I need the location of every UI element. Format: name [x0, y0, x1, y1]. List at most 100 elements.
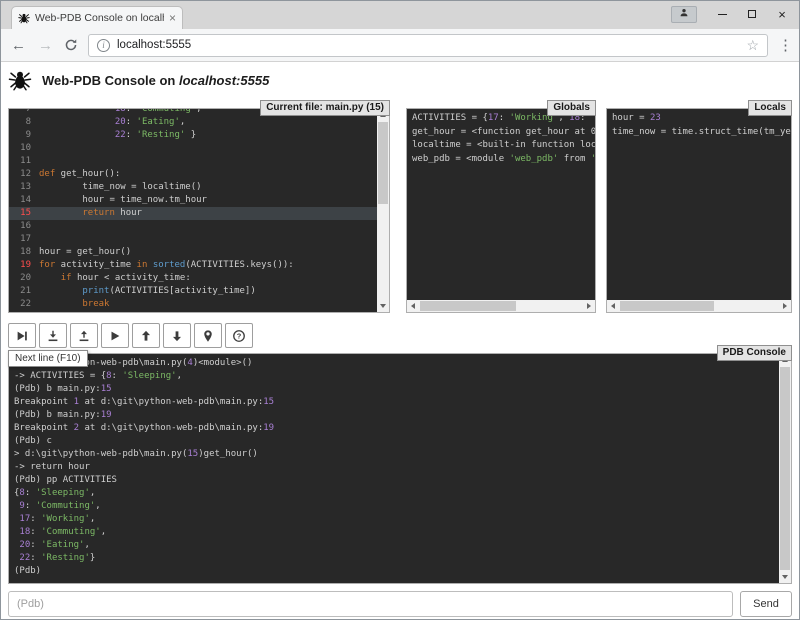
- scroll-right-icon[interactable]: [779, 300, 791, 312]
- web-pdb-page: Web-PDB Console on localhost:5555 Curren…: [1, 62, 799, 619]
- browser-tab[interactable]: Web-PDB Console on localhost:5555 ×: [11, 6, 183, 29]
- code-line: Breakpoint 2 at d:\git\python-web-pdb\ma…: [14, 422, 779, 435]
- close-window-button[interactable]: ×: [767, 3, 797, 25]
- return-button[interactable]: [70, 323, 98, 348]
- code-line: 12def get_hour():: [9, 168, 377, 181]
- browser-menu-icon[interactable]: ⋮: [778, 36, 790, 54]
- tab-title: Web-PDB Console on localhost:5555: [35, 12, 164, 24]
- line-number[interactable]: 21: [9, 285, 39, 298]
- code-line: 20 if hour < activity_time:: [9, 272, 377, 285]
- line-number[interactable]: 10: [9, 142, 39, 155]
- continue-icon: [108, 329, 122, 343]
- line-number[interactable]: 13: [9, 181, 39, 194]
- locals-panel: Locals hour = 23time_now = time.struct_t…: [606, 108, 792, 313]
- page-title-host: localhost:5555: [179, 73, 269, 88]
- scroll-down-icon[interactable]: [779, 571, 791, 583]
- pdb-console-label: PDB Console: [717, 345, 792, 361]
- current-line-button[interactable]: [194, 323, 222, 348]
- line-number[interactable]: 9: [9, 129, 39, 142]
- maximize-button[interactable]: [737, 3, 767, 25]
- pdb-console-output: > d:\git\python-web-pdb\main.py(4)<modul…: [9, 354, 779, 583]
- code-line: 21 print(ACTIVITIES[activity_time]): [9, 285, 377, 298]
- code-editor[interactable]: 7 18: 'Commuting',8 20: 'Eating',9 22: '…: [9, 109, 377, 312]
- help-icon: ?: [232, 329, 246, 343]
- editor-scroll-thumb[interactable]: [378, 122, 388, 204]
- back-icon[interactable]: ←: [10, 38, 27, 53]
- current-file-label: Current file: main.py (15): [260, 100, 390, 116]
- code-line: 9 22: 'Resting' }: [9, 129, 377, 142]
- code-line: 15 return hour: [9, 207, 377, 220]
- person-icon: [679, 5, 689, 23]
- next-line-button[interactable]: [8, 323, 36, 348]
- step-into-button[interactable]: [39, 323, 67, 348]
- scroll-left-icon[interactable]: [407, 300, 419, 312]
- code-line: 20: 'Eating',: [14, 539, 779, 552]
- locals-scroll-thumb[interactable]: [620, 301, 714, 311]
- info-icon[interactable]: i: [97, 39, 110, 52]
- up-arrow-icon: [139, 329, 153, 343]
- top-panels: Current file: main.py (15) 7 18: 'Commut…: [8, 108, 792, 313]
- pdb-console-panel: PDB Console > d:\git\python-web-pdb\main…: [8, 353, 792, 584]
- browser-toolbar: ← → i localhost:5555 ☆ ⋮: [1, 29, 799, 62]
- globals-scroll-thumb[interactable]: [420, 301, 516, 311]
- send-button[interactable]: Send: [740, 591, 792, 617]
- bookmark-star-icon[interactable]: ☆: [746, 38, 759, 52]
- code-line: 17: 'Working',: [14, 513, 779, 526]
- code-line: 18hour = get_hour(): [9, 246, 377, 259]
- editor-vertical-scrollbar[interactable]: [377, 109, 389, 312]
- refresh-icon[interactable]: [64, 38, 78, 52]
- continue-button[interactable]: [101, 323, 129, 348]
- console-scroll-thumb[interactable]: [780, 367, 790, 570]
- address-bar[interactable]: i localhost:5555 ☆: [88, 34, 768, 57]
- line-number[interactable]: 18: [9, 246, 39, 259]
- scroll-down-icon[interactable]: [377, 300, 389, 312]
- page-title-prefix: Web-PDB Console on: [42, 73, 179, 88]
- globals-content: ACTIVITIES = {17: 'Working', 18: 'get_ho…: [407, 109, 595, 300]
- code-line: web_pdb = <module 'web_pdb' from ': [412, 153, 595, 167]
- line-number[interactable]: 8: [9, 116, 39, 129]
- tab-close-icon[interactable]: ×: [169, 13, 176, 23]
- line-number[interactable]: 11: [9, 155, 39, 168]
- current-file-panel: Current file: main.py (15) 7 18: 'Commut…: [8, 108, 390, 313]
- page-header: Web-PDB Console on localhost:5555: [8, 62, 792, 92]
- breakpoint-line-number[interactable]: 15: [9, 207, 39, 220]
- next-line-tooltip: Next line (F10): [8, 350, 88, 367]
- code-line: -> return hour: [14, 461, 779, 474]
- line-number[interactable]: 7: [9, 109, 39, 116]
- code-line: (Pdb) pp ACTIVITIES: [14, 474, 779, 487]
- line-number[interactable]: 17: [9, 233, 39, 246]
- code-line: 14 hour = time_now.tm_hour: [9, 194, 377, 207]
- forward-icon[interactable]: →: [37, 38, 54, 53]
- up-button[interactable]: [132, 323, 160, 348]
- line-number[interactable]: 20: [9, 272, 39, 285]
- console-vertical-scrollbar[interactable]: [779, 354, 791, 583]
- help-button[interactable]: ?: [225, 323, 253, 348]
- scroll-right-icon[interactable]: [583, 300, 595, 312]
- globals-horizontal-scrollbar[interactable]: [407, 300, 595, 312]
- line-number[interactable]: 16: [9, 220, 39, 233]
- line-number[interactable]: 22: [9, 298, 39, 311]
- svg-text:?: ?: [237, 331, 242, 340]
- scroll-left-icon[interactable]: [607, 300, 619, 312]
- code-line: (Pdb): [14, 565, 779, 578]
- down-arrow-icon: [170, 329, 184, 343]
- line-number[interactable]: 12: [9, 168, 39, 181]
- pdb-command-input[interactable]: [8, 591, 733, 617]
- breakpoint-line-number[interactable]: 19: [9, 259, 39, 272]
- code-line: (Pdb) b main.py:19: [14, 409, 779, 422]
- next-line-icon: [15, 329, 29, 343]
- code-line: 22 break: [9, 298, 377, 311]
- url-text[interactable]: localhost:5555: [117, 39, 739, 51]
- code-line: 19for activity_time in sorted(ACTIVITIES…: [9, 259, 377, 272]
- step-into-icon: [46, 329, 60, 343]
- down-button[interactable]: [163, 323, 191, 348]
- code-line: > d:\git\python-web-pdb\main.py(15)get_h…: [14, 448, 779, 461]
- debug-toolbar: ? Next line (F10): [8, 323, 792, 349]
- line-number[interactable]: 14: [9, 194, 39, 207]
- window-controls: ×: [671, 2, 797, 26]
- browser-window: Web-PDB Console on localhost:5555 × × ← …: [0, 0, 800, 620]
- profile-button[interactable]: [671, 6, 697, 23]
- locals-horizontal-scrollbar[interactable]: [607, 300, 791, 312]
- minimize-button[interactable]: [707, 3, 737, 25]
- code-line: > d:\git\python-web-pdb\main.py(4)<modul…: [14, 357, 779, 370]
